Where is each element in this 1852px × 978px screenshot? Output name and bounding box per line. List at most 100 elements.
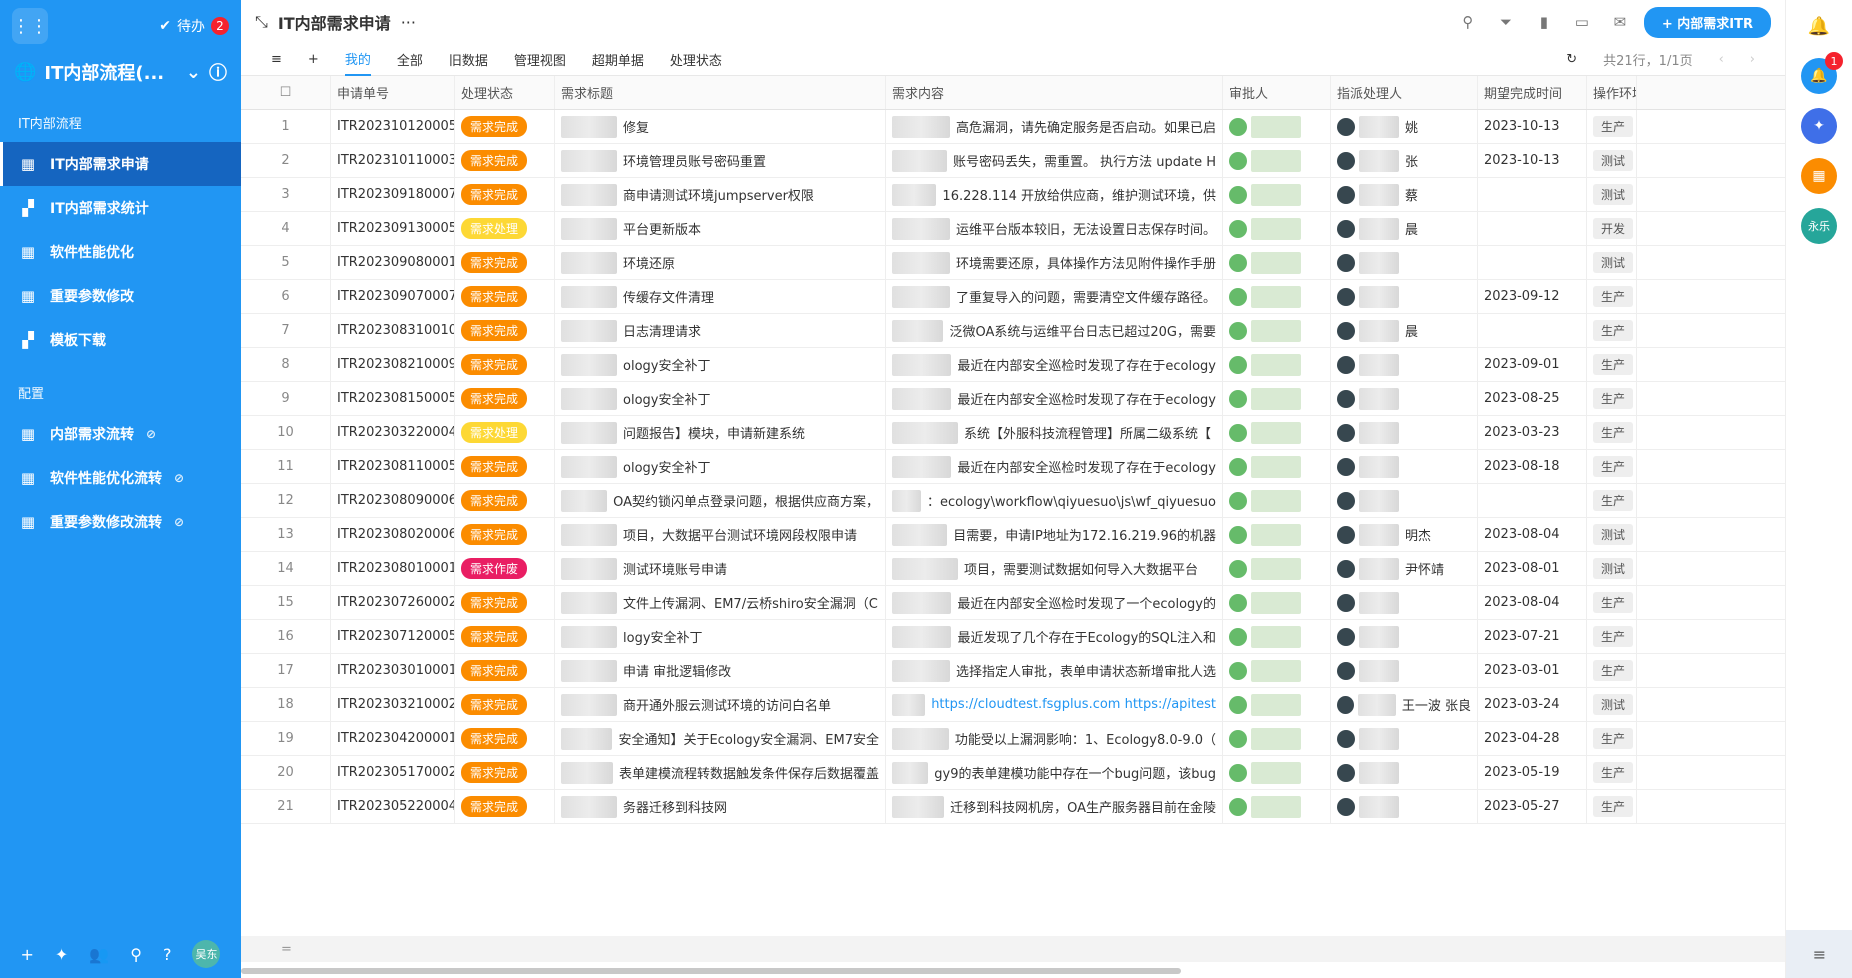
content-cell[interactable]: 泛微OA系统与运维平台日志已超过20G，需要	[886, 314, 1223, 347]
approver-cell[interactable]	[1223, 722, 1331, 755]
table-row[interactable]: 18 ITR202303210002 需求完成 商开通外服云测试环境的访问白名单…	[241, 688, 1785, 722]
tab-overdue[interactable]: 超期单据	[592, 44, 644, 76]
sidebar-item-it-request[interactable]: ▦ IT内部需求申请	[0, 142, 241, 186]
title-cell[interactable]: OA契约锁闪单点登录问题，根据供应商方案，	[555, 484, 886, 517]
request-id[interactable]: ITR202310110003	[331, 144, 455, 177]
sidebar-item-flow2[interactable]: ▦ 软件性能优化流转 ⊘	[0, 456, 241, 500]
title-cell[interactable]: ology安全补丁	[555, 382, 886, 415]
request-id[interactable]: ITR202309080001	[331, 246, 455, 279]
table-row[interactable]: 21 ITR202305220004 需求完成 务器迁移到科技网 迁移到科技网机…	[241, 790, 1785, 824]
approver-cell[interactable]	[1223, 144, 1331, 177]
approver-cell[interactable]	[1223, 246, 1331, 279]
content-cell[interactable]: https://cloudtest.fsgplus.com https://ap…	[886, 688, 1223, 721]
handler-cell[interactable]	[1331, 620, 1478, 653]
next-page-icon[interactable]: ›	[1750, 52, 1755, 67]
handler-cell[interactable]	[1331, 416, 1478, 449]
handler-cell[interactable]	[1331, 450, 1478, 483]
handler-cell[interactable]	[1331, 722, 1478, 755]
info-icon[interactable]: ⓘ	[209, 59, 227, 85]
prev-page-icon[interactable]: ‹	[1719, 52, 1724, 67]
request-id[interactable]: ITR202303010001	[331, 654, 455, 687]
sidebar-item-flow1[interactable]: ▦ 内部需求流转 ⊘	[0, 412, 241, 456]
title-cell[interactable]: 文件上传漏洞、EM7/云桥shiro安全漏洞（C	[555, 586, 886, 619]
magic-icon[interactable]: ✦	[55, 945, 68, 964]
handler-cell[interactable]: 明杰	[1331, 518, 1478, 551]
avatar[interactable]: 吴东	[192, 940, 221, 968]
col-header[interactable]: 指派处理人	[1331, 76, 1478, 109]
table-row[interactable]: 2 ITR202310110003 需求完成 环境管理员账号密码重置 账号密码丢…	[241, 144, 1785, 178]
approver-cell[interactable]	[1223, 688, 1331, 721]
approver-cell[interactable]	[1223, 110, 1331, 143]
table-row[interactable]: 7 ITR202308310010 需求完成 日志清理请求 泛微OA系统与运维平…	[241, 314, 1785, 348]
table-row[interactable]: 20 ITR202305170002 需求完成 表单建模流程转数据触发条件保存后…	[241, 756, 1785, 790]
todo-button[interactable]: ✔ 待办 2	[159, 16, 229, 36]
title-cell[interactable]: 申请 审批逻辑修改	[555, 654, 886, 687]
refresh-icon[interactable]: ↻	[1566, 52, 1577, 67]
content-cell[interactable]: 最近在内部安全巡检时发现了存在于ecology	[886, 348, 1223, 381]
col-header[interactable]: 审批人	[1223, 76, 1331, 109]
handler-cell[interactable]	[1331, 586, 1478, 619]
collapse-icon[interactable]: ⤡	[255, 12, 268, 32]
collapse-panel-icon[interactable]: ≡	[1786, 930, 1852, 978]
bell-icon[interactable]: 🔔	[1801, 8, 1837, 44]
table-row[interactable]: 9 ITR202308150005 需求完成 ology安全补丁 最近在内部安全…	[241, 382, 1785, 416]
help-icon[interactable]: ?	[163, 945, 172, 964]
title-cell[interactable]: 修复	[555, 110, 886, 143]
add-itr-button[interactable]: + 内部需求ITR	[1643, 6, 1771, 38]
title-cell[interactable]: 问题报告】模块，申请新建系统	[555, 416, 886, 449]
table-row[interactable]: 17 ITR202303010001 需求完成 申请 审批逻辑修改 选择指定人审…	[241, 654, 1785, 688]
tab-old[interactable]: 旧数据	[449, 44, 488, 76]
apps-grid-icon[interactable]: ⋮⋮	[12, 8, 48, 44]
content-cell[interactable]: ：ecology\workflow\qiyuesuo\js\wf_qiyuesu…	[886, 484, 1223, 517]
content-cell[interactable]: 迁移到科技网机房，OA生产服务器目前在金陵	[886, 790, 1223, 823]
table-row[interactable]: 8 ITR202308210009 需求完成 ology安全补丁 最近在内部安全…	[241, 348, 1785, 382]
table-row[interactable]: 15 ITR202307260002 需求完成 文件上传漏洞、EM7/云桥shi…	[241, 586, 1785, 620]
sidebar-item-param[interactable]: ▦ 重要参数修改	[0, 274, 241, 318]
title-cell[interactable]: 测试环境账号申请	[555, 552, 886, 585]
sidebar-item-flow3[interactable]: ▦ 重要参数修改流转 ⊘	[0, 500, 241, 544]
request-id[interactable]: ITR202303220004	[331, 416, 455, 449]
approver-cell[interactable]	[1223, 416, 1331, 449]
title-cell[interactable]: 日志清理请求	[555, 314, 886, 347]
handler-cell[interactable]	[1331, 756, 1478, 789]
mail-icon[interactable]: ✉	[1606, 13, 1634, 31]
request-id[interactable]: ITR202309070007	[331, 280, 455, 313]
sidebar-item-template[interactable]: ▞ 模板下载	[0, 318, 241, 362]
content-cell[interactable]: 项目，需要测试数据如何导入大数据平台	[886, 552, 1223, 585]
approver-cell[interactable]	[1223, 586, 1331, 619]
ai-icon[interactable]: ✦	[1801, 108, 1837, 144]
approver-cell[interactable]	[1223, 756, 1331, 789]
table-row[interactable]: 4 ITR202309130005 需求处理 平台更新版本 运维平台版本较旧，无…	[241, 212, 1785, 246]
apps-icon[interactable]: ▦	[1801, 158, 1837, 194]
request-id[interactable]: ITR202308010001	[331, 552, 455, 585]
menu-icon[interactable]: ≡	[271, 52, 282, 67]
title-cell[interactable]: 务器迁移到科技网	[555, 790, 886, 823]
content-cell[interactable]: 账号密码丢失，需重置。 执行方法 update H	[886, 144, 1223, 177]
handler-cell[interactable]	[1331, 654, 1478, 687]
table-row[interactable]: 19 ITR202304200001 需求完成 安全通知】关于Ecology安全…	[241, 722, 1785, 756]
table-row[interactable]: 10 ITR202303220004 需求处理 问题报告】模块，申请新建系统 系…	[241, 416, 1785, 450]
title-cell[interactable]: 平台更新版本	[555, 212, 886, 245]
approver-cell[interactable]	[1223, 212, 1331, 245]
content-cell[interactable]: 环境需要还原，具体操作方法见附件操作手册	[886, 246, 1223, 279]
table-row[interactable]: 11 ITR202308110005 需求完成 ology安全补丁 最近在内部安…	[241, 450, 1785, 484]
handler-cell[interactable]	[1331, 484, 1478, 517]
chevron-down-icon[interactable]: ⌄	[186, 62, 201, 83]
request-id[interactable]: ITR202308110005	[331, 450, 455, 483]
plus-icon[interactable]: +	[308, 52, 319, 67]
handler-cell[interactable]: 晨	[1331, 314, 1478, 347]
col-header[interactable]: 操作环境	[1587, 76, 1637, 109]
table-row[interactable]: 3 ITR202309180007 需求完成 商申请测试环境jumpserver…	[241, 178, 1785, 212]
filter-icon[interactable]: ⏷	[1492, 13, 1520, 31]
request-id[interactable]: ITR202305170002	[331, 756, 455, 789]
request-id[interactable]: ITR202308090006	[331, 484, 455, 517]
chart-icon[interactable]: ▮	[1530, 13, 1558, 31]
tab-status[interactable]: 处理状态	[670, 44, 722, 76]
table-row[interactable]: 13 ITR202308020006 需求完成 项目，大数据平台测试环境网段权限…	[241, 518, 1785, 552]
table-row[interactable]: 1 ITR202310120005 需求完成 修复 高危漏洞，请先确定服务是否启…	[241, 110, 1785, 144]
more-icon[interactable]: ···	[401, 13, 416, 32]
table-row[interactable]: 12 ITR202308090006 需求完成 OA契约锁闪单点登录问题，根据供…	[241, 484, 1785, 518]
title-cell[interactable]: 环境还原	[555, 246, 886, 279]
request-id[interactable]: ITR202309180007	[331, 178, 455, 211]
user-avatar[interactable]: 永乐	[1801, 208, 1837, 244]
